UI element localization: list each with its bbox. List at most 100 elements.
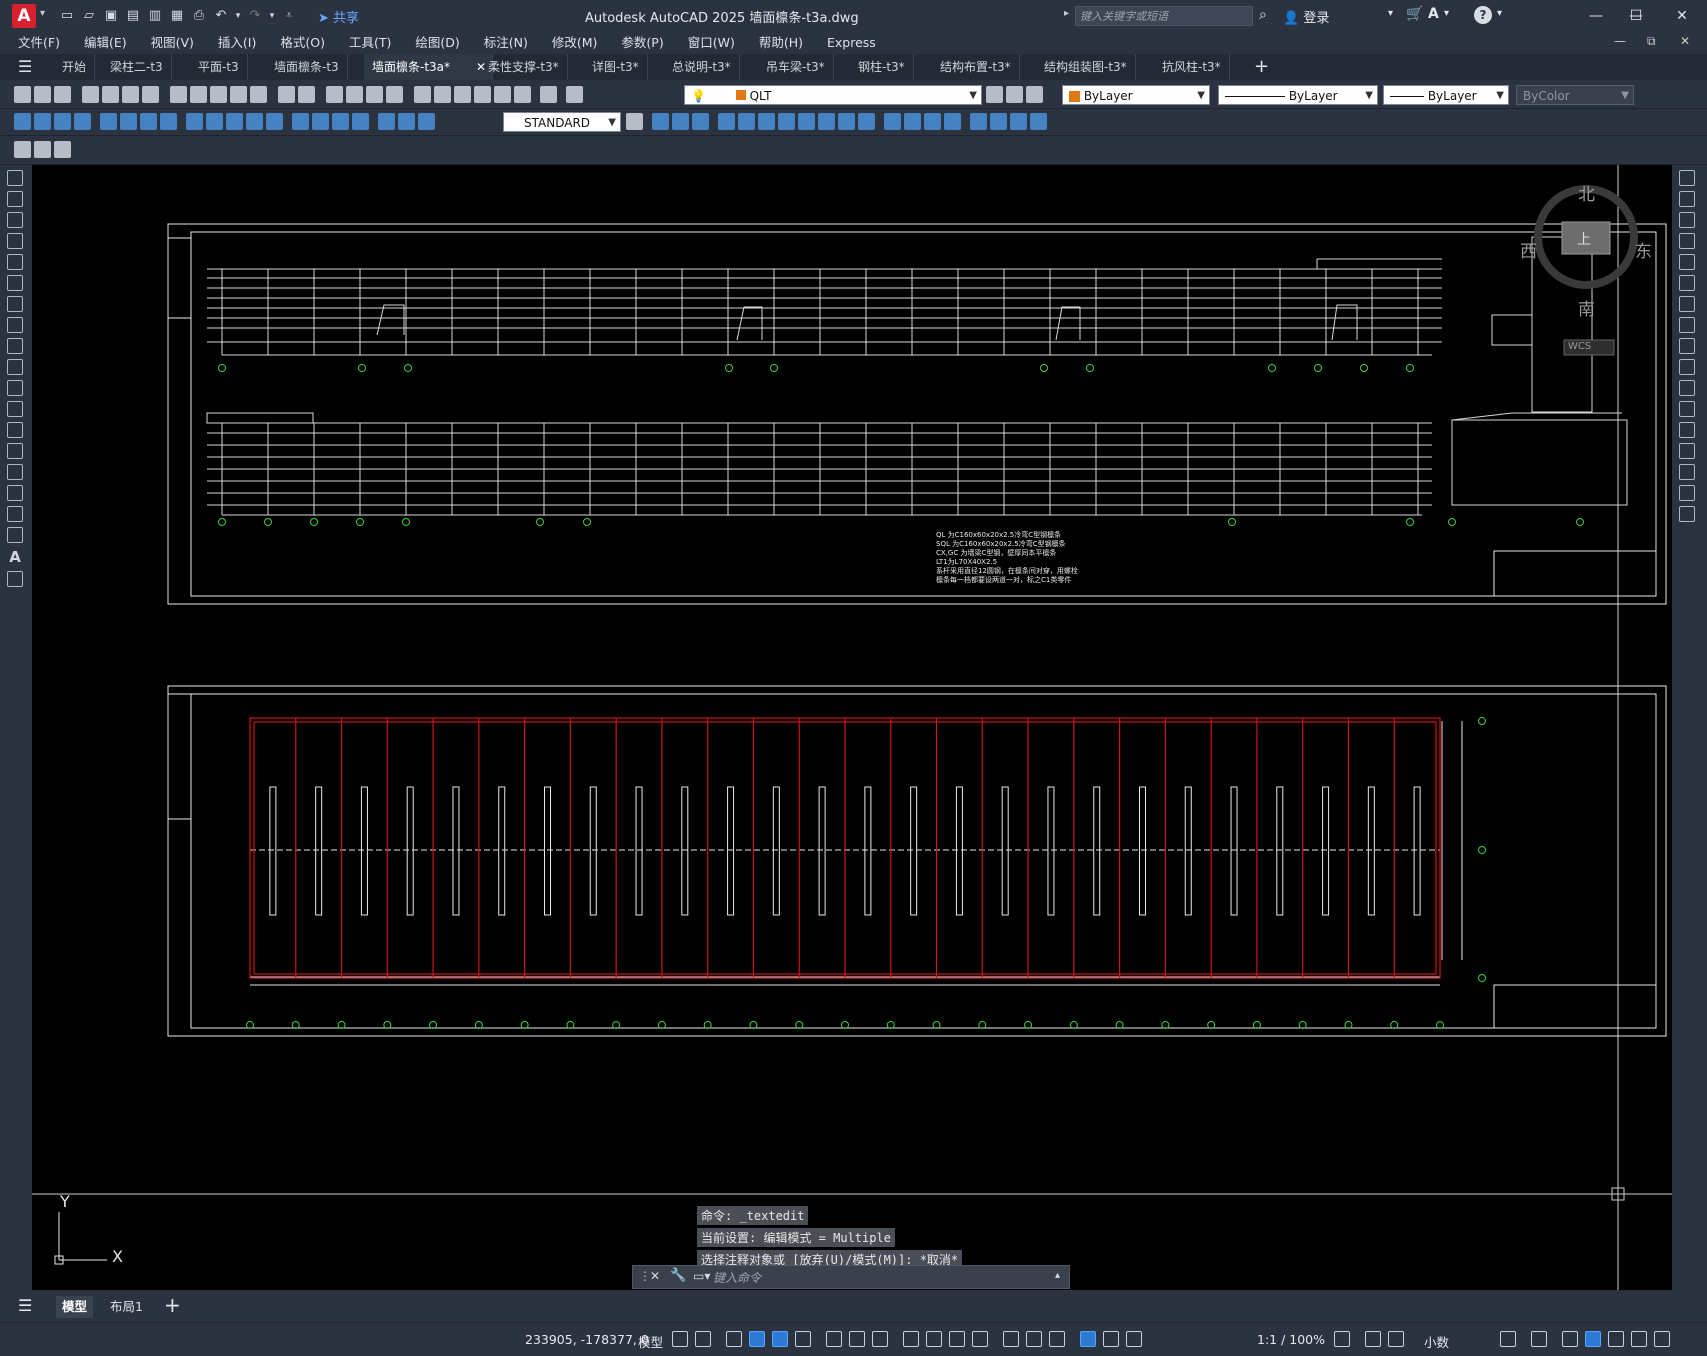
tab-qiangmian-a[interactable]: 墙面檩条-t3a* ✕ — [364, 54, 493, 80]
clean-screen-icon[interactable] — [1608, 1331, 1624, 1347]
tab-rouxing[interactable]: 柔性支撑-t3* — [480, 54, 568, 80]
layer-state-icon[interactable] — [1026, 86, 1043, 103]
drawing-canvas[interactable]: 北 南 东 西 上 WCS QL 为C160x60x20x2.5冷弯C型钢檩条 … — [32, 165, 1672, 1290]
annotation-scale-icon[interactable] — [1126, 1331, 1142, 1347]
new-file-icon[interactable]: ▭ — [58, 7, 76, 25]
menu-file[interactable]: 文件(F) — [0, 32, 72, 54]
dim-break-icon[interactable] — [266, 113, 283, 130]
app-maximize-button[interactable]: ☐ — [1616, 4, 1656, 28]
mtext-icon[interactable]: A — [2, 548, 28, 566]
tab-qiangmian[interactable]: 墙面檩条-t3 — [266, 54, 348, 80]
revcloud-icon[interactable] — [7, 317, 23, 333]
inspection-icon[interactable] — [332, 113, 349, 130]
add-selected-icon[interactable] — [7, 571, 23, 587]
add-layout-icon[interactable]: + — [164, 1293, 181, 1317]
transparency-icon[interactable] — [926, 1331, 942, 1347]
dim-ordinate-icon[interactable] — [74, 113, 91, 130]
block-edit-icon[interactable] — [250, 86, 267, 103]
scale-palette-icon[interactable] — [1679, 317, 1695, 333]
app-minimize-button[interactable]: — — [1576, 4, 1616, 28]
spline-icon[interactable] — [7, 338, 23, 354]
dim-radius-icon[interactable] — [100, 113, 117, 130]
doc-restore-icon[interactable]: ⧉ — [1647, 34, 1656, 49]
tab-layout1[interactable]: 布局1 — [104, 1296, 149, 1318]
menu-insert[interactable]: 插入(I) — [206, 32, 268, 54]
wcs-menu[interactable]: WCS — [1568, 341, 1591, 352]
app-close-button[interactable]: ✕ — [1662, 4, 1702, 28]
tab-kangfengzhu[interactable]: 抗风柱-t3* — [1154, 54, 1230, 80]
copy-palette-icon[interactable] — [1679, 191, 1695, 207]
open-icon[interactable] — [34, 86, 51, 103]
web-open-icon[interactable]: ▥ — [146, 7, 164, 25]
open-file-icon[interactable]: ▱ — [80, 7, 98, 25]
jogged-linear-icon[interactable] — [352, 113, 369, 130]
login-dropdown-icon[interactable]: ▾ — [1388, 8, 1393, 19]
menu-express[interactable]: Express — [815, 32, 888, 54]
tab-liangzhu[interactable]: 梁柱二-t3 — [102, 54, 172, 80]
tab-start[interactable]: 开始 — [54, 54, 96, 80]
menu-tools[interactable]: 工具(T) — [337, 32, 403, 54]
tab-jiegouzuzhuang[interactable]: 结构组装图-t3* — [1036, 54, 1136, 80]
cart-icon[interactable]: 🛒 — [1406, 6, 1423, 22]
login-button[interactable]: 👤 登录 — [1283, 7, 1329, 26]
preview-icon[interactable] — [102, 86, 119, 103]
dim-linear-icon[interactable] — [14, 113, 31, 130]
arc-icon[interactable] — [7, 275, 23, 291]
tab-zongshuoming[interactable]: 总说明-t3* — [664, 54, 740, 80]
workspace-gear-icon[interactable] — [1334, 1331, 1350, 1347]
units-dropdown[interactable]: 小数 — [1424, 1332, 1449, 1351]
dim-jogged-icon[interactable] — [120, 113, 137, 130]
paste-icon[interactable] — [210, 86, 227, 103]
tab-xiangtu[interactable]: 详图-t3* — [584, 54, 648, 80]
search-expand-icon[interactable]: ▸ — [1064, 8, 1069, 19]
osnap-icon[interactable] — [872, 1331, 888, 1347]
chamfer-icon[interactable] — [924, 113, 941, 130]
dimstyle-dropdown[interactable]: STANDARD ▼ — [503, 112, 621, 132]
annotation-monitor-icon[interactable] — [1365, 1331, 1381, 1347]
center-mark-icon[interactable] — [312, 113, 329, 130]
dim-space-icon[interactable] — [246, 113, 263, 130]
attribute-edit-icon[interactable] — [34, 141, 51, 158]
line-icon[interactable] — [7, 170, 23, 186]
annotation-scale-dropdown[interactable]: 1:1 / 100% — [1257, 1332, 1325, 1347]
trim-icon[interactable] — [838, 113, 855, 130]
dynamic-input-icon[interactable] — [749, 1331, 765, 1347]
scale-icon[interactable] — [798, 113, 815, 130]
tab-jiegoubuzhi[interactable]: 结构布置-t3* — [932, 54, 1020, 80]
erase-icon[interactable] — [652, 113, 669, 130]
new-tab-plus-icon[interactable]: + — [1254, 56, 1269, 77]
command-input[interactable]: 键入命令 — [713, 1269, 761, 1286]
share-button[interactable]: ➤ 共享 — [318, 7, 359, 26]
markup-icon[interactable] — [494, 86, 511, 103]
object-tracking-icon[interactable] — [849, 1331, 865, 1347]
tab-pingmian[interactable]: 平面-t3 — [190, 54, 248, 80]
ortho-icon[interactable] — [772, 1331, 788, 1347]
match-prop-icon[interactable] — [230, 86, 247, 103]
splinedit-icon[interactable] — [1030, 113, 1047, 130]
model-space-toggle[interactable]: 模型 — [638, 1332, 663, 1351]
quick-dim-icon[interactable] — [186, 113, 203, 130]
rotate-palette-icon[interactable] — [1679, 296, 1695, 312]
mirror-palette-icon[interactable] — [1679, 212, 1695, 228]
make-current-icon[interactable] — [986, 86, 1003, 103]
explode-icon[interactable] — [990, 113, 1007, 130]
menu-help[interactable]: 帮助(H) — [747, 32, 815, 54]
recent-commands-icon[interactable]: ▭▾ — [693, 1269, 710, 1283]
lock-ui-icon[interactable] — [1531, 1331, 1547, 1347]
tab-gangzhu[interactable]: 钢柱-t3* — [850, 54, 914, 80]
gizmo-icon[interactable] — [1049, 1331, 1065, 1347]
redo-icon[interactable]: ↷ — [246, 7, 264, 25]
polygon-icon[interactable] — [7, 233, 23, 249]
fillet-palette-icon[interactable] — [1679, 464, 1695, 480]
hardware-acceleration-icon[interactable] — [1585, 1331, 1601, 1347]
rotate-icon[interactable] — [778, 113, 795, 130]
extend-palette-icon[interactable] — [1679, 380, 1695, 396]
command-customize-icon[interactable]: 🔧 — [670, 1268, 686, 1283]
dim-angular-icon[interactable] — [160, 113, 177, 130]
command-expand-icon[interactable]: ▴ — [1055, 1270, 1060, 1281]
menu-draw[interactable]: 绘图(D) — [403, 32, 471, 54]
hamburger-menu-icon[interactable]: ☰ — [18, 57, 32, 76]
layer-previous-icon[interactable] — [1006, 86, 1023, 103]
plot-toolbar-icon[interactable] — [82, 86, 99, 103]
circle-icon[interactable] — [7, 296, 23, 312]
